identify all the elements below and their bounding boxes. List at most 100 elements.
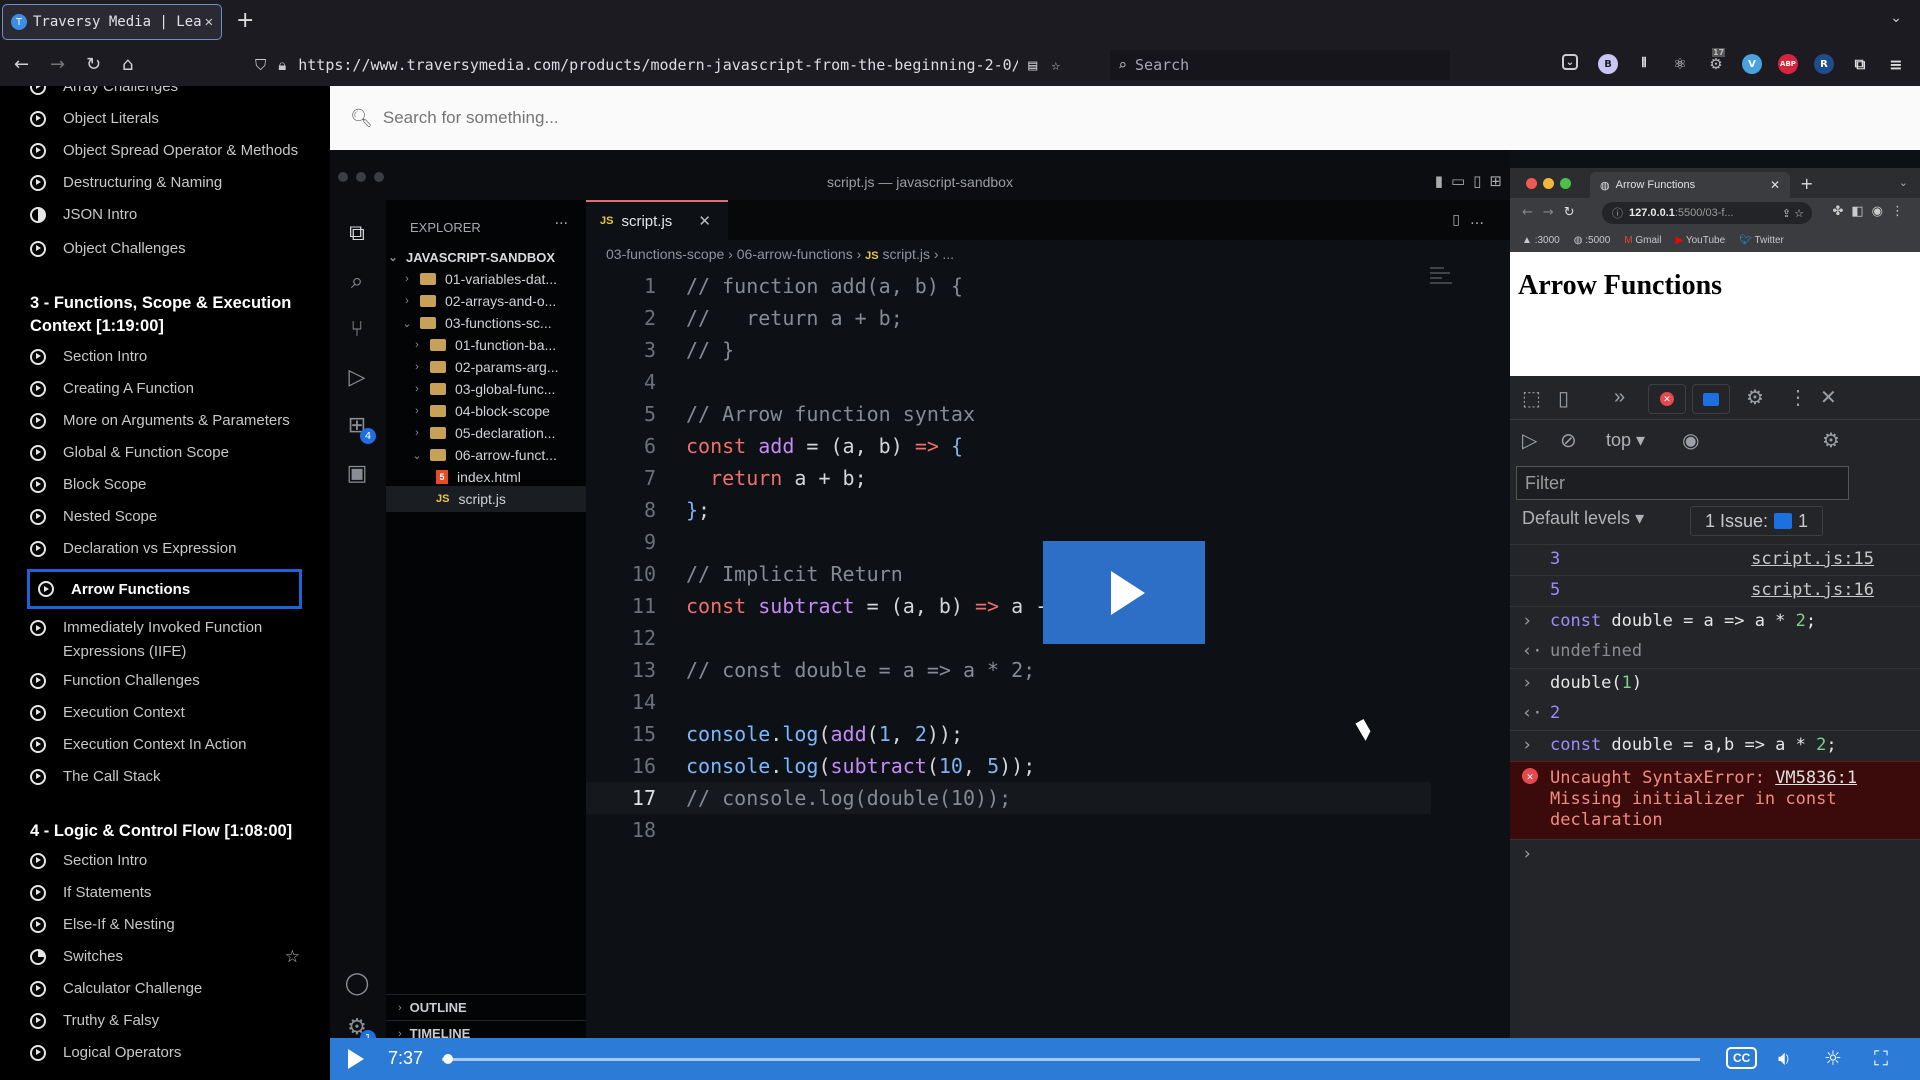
lesson-label: Section Intro — [63, 348, 148, 365]
lesson-item[interactable]: Section Intro — [30, 852, 310, 869]
lesson-item[interactable]: The Call Stack — [30, 768, 310, 785]
line-number: 18 — [631, 818, 656, 842]
reload-icon[interactable]: ↻ — [86, 54, 101, 75]
lesson-item[interactable]: Execution Context In Action — [30, 736, 310, 753]
extensions-icon: ⊞ 4 — [342, 410, 376, 444]
lesson-item[interactable]: Block Scope — [30, 476, 310, 493]
lesson-item[interactable]: Array Challenges — [30, 86, 310, 95]
home-icon[interactable]: ⌂ — [122, 54, 133, 75]
lesson-item[interactable]: More on Arguments & Parameters — [30, 412, 310, 429]
lesson-label: Execution Context In Action — [63, 736, 247, 753]
lesson-label: Nested Scope — [63, 508, 158, 525]
play-button[interactable] — [348, 1049, 364, 1069]
bookmark-item: M Gmail — [1624, 234, 1662, 246]
shield-icon[interactable]: ⛉ — [255, 56, 266, 74]
tab-close-icon[interactable]: ✕ — [205, 14, 213, 30]
lesson-item[interactable]: Nested Scope — [30, 508, 310, 525]
lesson-item[interactable]: Switches ☆ — [30, 947, 310, 967]
video-frame[interactable]: script.js — javascript-sandbox ▮▭▯⊞ ⧉ ⌕ … — [330, 150, 1920, 1038]
play-circle-icon — [30, 142, 46, 159]
lesson-search-input[interactable] — [382, 108, 983, 128]
menu-icon[interactable]: ≡ — [1886, 54, 1906, 74]
lesson-label: Object Literals — [63, 110, 159, 127]
page-heading: Arrow Functions — [1518, 270, 1723, 301]
pocket-icon[interactable]: ⌄ — [1562, 54, 1578, 70]
course-sidebar: Array Challenges Object Literals Object … — [0, 86, 330, 1080]
code-text: console.log(add(1, 2)); — [686, 722, 963, 746]
lesson-item[interactable]: Destructuring & Naming — [30, 174, 310, 191]
browser-tab[interactable]: T Traversy Media | Lear ✕ — [2, 4, 222, 40]
lesson-item[interactable]: Global & Function Scope — [30, 444, 310, 461]
play-circle-icon — [30, 380, 46, 397]
lesson-item[interactable]: Calculator Challenge — [30, 980, 310, 997]
lesson-item-active[interactable]: Arrow Functions — [27, 569, 302, 609]
breadcrumb: 03-functions-scope › 06-arrow-functions … — [606, 246, 955, 262]
info-icon: ⓘ — [1612, 208, 1623, 220]
star-icon[interactable]: ☆ — [285, 947, 300, 967]
volume-icon[interactable]: 🔉︎ — [1778, 1046, 1791, 1070]
console-prompt: › — [1510, 839, 1920, 870]
lesson-item[interactable]: Execution Context — [30, 704, 310, 721]
r-extension-icon[interactable]: R — [1814, 54, 1834, 74]
js-file-icon: JS — [600, 215, 614, 227]
settings-extension-icon[interactable]: ⚙ 17 — [1706, 48, 1726, 74]
back-arrow-icon[interactable]: ← — [14, 54, 29, 75]
lesson-item[interactable]: Object Challenges — [30, 240, 310, 257]
line-number: 7 — [643, 466, 656, 490]
lesson-item[interactable]: Logical Operators — [30, 1044, 310, 1061]
extensions-icon[interactable]: ⧉ — [1850, 54, 1870, 74]
code-line: 2 // return a + b; — [586, 302, 1510, 334]
lesson-item[interactable]: Immediately Invoked Function Expressions… — [30, 616, 310, 664]
url-text[interactable]: https://www.traversymedia.com/products/m… — [298, 56, 1018, 74]
issues-button: 1 Issue: 1 — [1690, 506, 1824, 536]
lesson-item[interactable]: Declaration vs Expression — [30, 540, 310, 557]
bookmark-star-icon[interactable]: ☆ — [1051, 56, 1060, 74]
address-bar[interactable]: ⛉ 🔒︎ https://www.traversymedia.com/produ… — [255, 50, 1095, 80]
lesson-item[interactable]: Truthy & Falsy — [30, 1012, 310, 1029]
play-circle-icon — [30, 736, 46, 753]
seek-bar[interactable] — [442, 1058, 1700, 1061]
captions-button[interactable]: CC — [1726, 1047, 1758, 1069]
bookmark-item: ▲ :3000 — [1522, 234, 1560, 246]
line-number: 4 — [643, 370, 656, 394]
lesson-item[interactable]: Else-If & Nesting — [30, 916, 310, 933]
seek-handle[interactable] — [442, 1054, 453, 1064]
lesson-label: Switches — [63, 948, 124, 965]
lesson-item[interactable]: Function Challenges — [30, 672, 310, 689]
react-devtools-icon[interactable]: ⚛ — [1670, 54, 1690, 74]
forward-arrow-icon[interactable]: → — [50, 54, 65, 75]
lesson-label: Logical Operators — [63, 1044, 182, 1061]
play-circle-icon — [30, 916, 46, 933]
console-result-row: ‹· 2 — [1522, 703, 1561, 723]
lesson-item[interactable]: If Statements — [30, 884, 310, 901]
code-text: // Implicit Return — [686, 562, 903, 586]
play-icon — [1111, 570, 1145, 615]
lesson-item[interactable]: Object Literals — [30, 110, 310, 127]
adblock-plus-icon[interactable]: ABP — [1778, 54, 1798, 74]
folder-icon — [420, 295, 436, 307]
settings-icon[interactable]: ☼ — [1824, 1046, 1842, 1070]
list-tabs-chevron-icon[interactable]: ⌄ — [1890, 10, 1902, 26]
message-icon — [1774, 513, 1793, 529]
lesson-label: Declaration vs Expression — [63, 540, 237, 557]
chrome-tab-bar: ◍ Arrow Functions ✕ + ⌄ — [1510, 168, 1920, 198]
console-input-row: › const double = a => a * 2; — [1510, 606, 1920, 637]
device-toolbar-icon: ▯ — [1558, 388, 1570, 410]
reader-mode-icon[interactable]: ▤ — [1028, 56, 1037, 74]
split-editor-icon: ▯… — [1452, 212, 1494, 228]
b-extension-icon[interactable]: B — [1598, 54, 1618, 74]
browser-search-box[interactable]: ⌕ Search — [1110, 50, 1450, 80]
video-play-overlay-button[interactable] — [1043, 541, 1205, 644]
lesson-item[interactable]: Section Intro — [30, 348, 310, 365]
console-log-row: 3 script.js:15 — [1510, 544, 1920, 575]
v-extension-icon[interactable]: V — [1742, 54, 1762, 74]
new-tab-button[interactable]: + — [236, 8, 254, 33]
vscode-window-title: script.js — javascript-sandbox — [827, 174, 1013, 190]
lock-icon[interactable]: 🔒︎ — [278, 56, 286, 74]
fullscreen-icon[interactable]: ⛶ — [1874, 1046, 1888, 1070]
lesson-item[interactable]: Object Spread Operator & Methods — [30, 142, 310, 159]
source-control-icon: ⑂ — [350, 316, 364, 342]
library-icon[interactable]: 𝍪 — [1634, 54, 1654, 74]
lesson-item[interactable]: JSON Intro — [30, 206, 310, 223]
lesson-item[interactable]: Creating A Function — [30, 380, 310, 397]
